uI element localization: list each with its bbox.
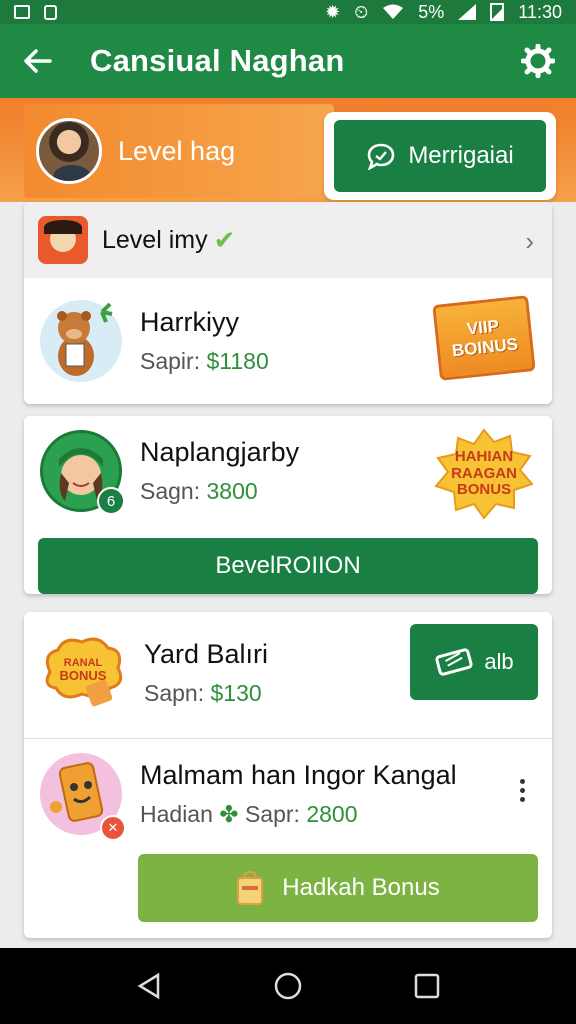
square-recents-icon — [414, 973, 439, 999]
alarm-icon: ⏲ — [354, 1, 369, 22]
chevron-right-icon: › — [525, 226, 534, 256]
badge-line: RAAGAN — [451, 464, 517, 482]
item-name: Malmam han Ingor Kangal — [140, 760, 457, 790]
wifi-icon — [383, 4, 404, 19]
price-prefix: Sagn: — [140, 478, 201, 504]
badge-line: BOINUS — [451, 334, 519, 361]
list-item[interactable]: ✕ Malmam han Ingor Kangal Hadian ✤ Sapr:… — [24, 742, 552, 846]
ticket-label: alb — [484, 649, 514, 674]
item-price: Sapn: $130 — [144, 680, 268, 707]
nav-home-button[interactable] — [258, 956, 318, 1016]
hadkah-bonus-button[interactable]: Hadkah Bonus — [138, 854, 538, 922]
level-row[interactable]: Level imy ✔ › — [24, 202, 552, 278]
price-value: 2800 — [306, 801, 358, 827]
item-price: Hadian ✤ Sapr: 2800 — [140, 801, 457, 828]
divider — [24, 738, 552, 739]
level-row-label: Level imy — [102, 225, 208, 254]
arrow-left-icon — [24, 49, 52, 73]
chat-icon — [368, 143, 395, 170]
settings-button[interactable] — [506, 29, 570, 93]
navigation-bar — [0, 948, 576, 1024]
phone-icon — [44, 4, 57, 20]
svg-text:BONUS: BONUS — [60, 668, 107, 683]
item-thumbnail — [40, 300, 122, 382]
back-button[interactable] — [0, 24, 74, 98]
list-item[interactable]: RANAL BONUS Yard Balıri Sapn: $130 alb — [24, 612, 552, 734]
character-icon — [38, 216, 88, 264]
list-item[interactable]: 6 Naplangjarby Sagn: 3800 HAHIAN RAAGAN … — [24, 416, 552, 526]
nav-recents-button[interactable] — [397, 956, 457, 1016]
item-price: Sapir: $1180 — [140, 348, 269, 375]
status-bar: ✹ ⏲ 5% 11:30 — [0, 0, 576, 24]
price-prefix: Sapn: — [144, 680, 205, 706]
item-name: Yard Balıri — [144, 639, 269, 669]
messaging-label: Merrigaiai — [408, 142, 514, 169]
price-prefix: Hadian — [140, 801, 213, 827]
circle-home-icon — [274, 972, 302, 1000]
bonus-burst-badge: HAHIAN RAAGAN BONUS — [434, 428, 534, 520]
price-prefix: Sapir: — [140, 348, 201, 374]
clock: 11:30 — [518, 1, 562, 22]
messaging-card: Merrigaiai — [324, 112, 556, 200]
bonus-cloud-icon: RANAL BONUS — [45, 637, 123, 707]
item-card: RANAL BONUS Yard Balıri Sapn: $130 alb ✕ — [24, 612, 552, 938]
button-label: BevelROIION — [215, 552, 361, 579]
remove-badge[interactable]: ✕ — [100, 815, 126, 841]
price-value: 3800 — [206, 478, 258, 504]
page-title: Cansiual Naghan — [90, 43, 345, 78]
avatar-badge: 6 — [97, 487, 125, 515]
item-thumbnail: RANAL BONUS — [40, 632, 126, 714]
price-label: Sapr: — [244, 801, 300, 827]
item-name: Naplangjarby — [140, 437, 300, 467]
check-icon: ✔ — [213, 224, 236, 255]
vip-bonus-badge: VIIP BOINUS — [432, 295, 536, 381]
gift-bag-icon — [237, 870, 264, 905]
clover-icon: ✤ — [219, 801, 239, 827]
avatar-badge-label: 6 — [106, 492, 116, 510]
badge-line: BONUS — [456, 481, 512, 499]
item-card: 6 Naplangjarby Sagn: 3800 HAHIAN RAAGAN … — [24, 416, 552, 594]
messaging-button[interactable]: Merrigaiai — [334, 120, 546, 192]
dot — [519, 796, 525, 802]
price-value: $130 — [210, 680, 262, 706]
signal-icon — [458, 4, 477, 20]
gear-icon — [521, 44, 555, 78]
item-price: Sagn: 3800 — [140, 478, 299, 505]
bear-mascot-icon — [57, 302, 113, 376]
app-bar: Cansiual Naghan — [0, 24, 576, 98]
battery-percent: 5% — [418, 1, 445, 22]
battery-icon — [490, 3, 505, 21]
level-header: Level hag Merrigaiai — [0, 98, 576, 202]
ticket-icon — [435, 648, 473, 676]
nav-back-button[interactable] — [119, 956, 179, 1016]
dot — [519, 778, 525, 784]
price-value: $1180 — [206, 348, 269, 374]
dot — [519, 787, 525, 793]
item-thumbnail: 6 — [40, 430, 125, 515]
item-thumbnail: ✕ — [40, 753, 126, 841]
avatar — [36, 118, 102, 184]
level-list-card: Level imy ✔ › Harrkiyy Sapir: $1180 VIIP… — [24, 202, 552, 404]
more-options-button[interactable] — [512, 772, 532, 808]
level-bonus-button[interactable]: BevelROIION — [38, 538, 538, 594]
item-name: Harrkiyy — [140, 307, 239, 337]
triangle-back-icon — [137, 972, 160, 1000]
level-label: Level hag — [118, 135, 236, 166]
list-item[interactable]: Harrkiyy Sapir: $1180 VIIP BOINUS — [24, 278, 552, 404]
bug-icon: ✹ — [325, 1, 341, 22]
badge-line: HAHIAN — [454, 448, 514, 466]
ticket-button[interactable]: alb — [410, 624, 538, 700]
level-card[interactable]: Level hag — [24, 104, 334, 198]
gallery-icon — [14, 5, 30, 19]
button-label: Hadkah Bonus — [282, 874, 440, 901]
